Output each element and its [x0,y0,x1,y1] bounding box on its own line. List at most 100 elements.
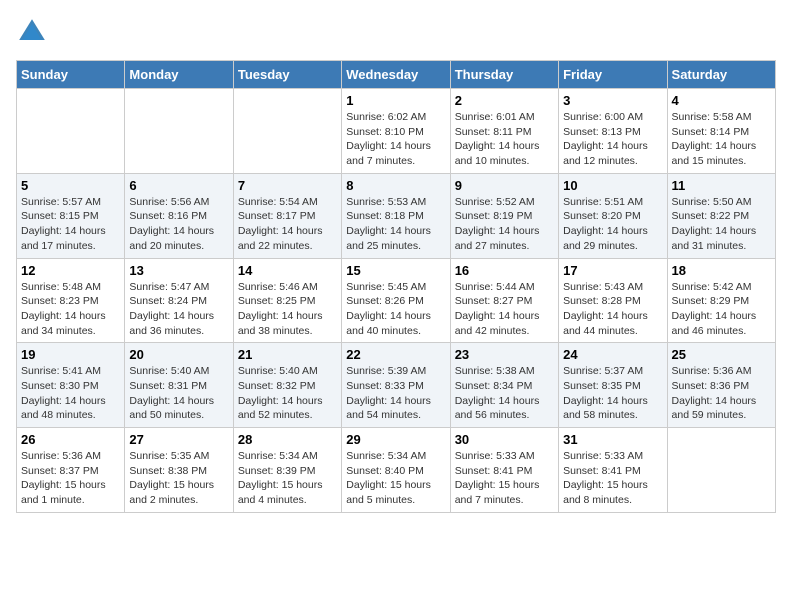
day-info: Sunrise: 5:43 AM Sunset: 8:28 PM Dayligh… [563,280,662,339]
calendar-header-wednesday: Wednesday [342,61,450,89]
day-number: 17 [563,263,662,278]
calendar-header-monday: Monday [125,61,233,89]
day-info: Sunrise: 5:41 AM Sunset: 8:30 PM Dayligh… [21,364,120,423]
calendar-header-sunday: Sunday [17,61,125,89]
day-info: Sunrise: 6:02 AM Sunset: 8:10 PM Dayligh… [346,110,445,169]
day-info: Sunrise: 5:37 AM Sunset: 8:35 PM Dayligh… [563,364,662,423]
calendar-cell [667,428,775,513]
calendar-cell: 13 Sunrise: 5:47 AM Sunset: 8:24 PM Dayli… [125,258,233,343]
calendar-cell [125,89,233,174]
calendar-header-tuesday: Tuesday [233,61,341,89]
calendar-cell: 14 Sunrise: 5:46 AM Sunset: 8:25 PM Dayli… [233,258,341,343]
day-number: 7 [238,178,337,193]
day-info: Sunrise: 5:54 AM Sunset: 8:17 PM Dayligh… [238,195,337,254]
day-info: Sunrise: 5:33 AM Sunset: 8:41 PM Dayligh… [455,449,554,508]
calendar-week-2: 5 Sunrise: 5:57 AM Sunset: 8:15 PM Daylig… [17,173,776,258]
calendar-cell: 17 Sunrise: 5:43 AM Sunset: 8:28 PM Dayli… [559,258,667,343]
day-info: Sunrise: 5:50 AM Sunset: 8:22 PM Dayligh… [672,195,771,254]
calendar-header-row: SundayMondayTuesdayWednesdayThursdayFrid… [17,61,776,89]
day-number: 13 [129,263,228,278]
calendar-cell: 11 Sunrise: 5:50 AM Sunset: 8:22 PM Dayli… [667,173,775,258]
calendar-week-5: 26 Sunrise: 5:36 AM Sunset: 8:37 PM Dayli… [17,428,776,513]
calendar-header-saturday: Saturday [667,61,775,89]
calendar-cell: 6 Sunrise: 5:56 AM Sunset: 8:16 PM Daylig… [125,173,233,258]
day-info: Sunrise: 6:01 AM Sunset: 8:11 PM Dayligh… [455,110,554,169]
day-info: Sunrise: 5:39 AM Sunset: 8:33 PM Dayligh… [346,364,445,423]
calendar-cell: 20 Sunrise: 5:40 AM Sunset: 8:31 PM Dayli… [125,343,233,428]
day-info: Sunrise: 5:52 AM Sunset: 8:19 PM Dayligh… [455,195,554,254]
day-number: 3 [563,93,662,108]
day-number: 10 [563,178,662,193]
day-number: 23 [455,347,554,362]
day-info: Sunrise: 5:53 AM Sunset: 8:18 PM Dayligh… [346,195,445,254]
day-info: Sunrise: 5:58 AM Sunset: 8:14 PM Dayligh… [672,110,771,169]
calendar-cell [233,89,341,174]
day-number: 20 [129,347,228,362]
header [16,16,776,48]
calendar-cell: 16 Sunrise: 5:44 AM Sunset: 8:27 PM Dayli… [450,258,558,343]
calendar-cell: 15 Sunrise: 5:45 AM Sunset: 8:26 PM Dayli… [342,258,450,343]
day-number: 24 [563,347,662,362]
day-number: 2 [455,93,554,108]
day-number: 4 [672,93,771,108]
day-info: Sunrise: 5:56 AM Sunset: 8:16 PM Dayligh… [129,195,228,254]
calendar-cell: 27Sunrise: 5:35 AM Sunset: 8:38 PM Dayli… [125,428,233,513]
day-info: Sunrise: 5:36 AM Sunset: 8:37 PM Dayligh… [21,449,120,508]
day-info: Sunrise: 5:40 AM Sunset: 8:32 PM Dayligh… [238,364,337,423]
calendar-cell: 21 Sunrise: 5:40 AM Sunset: 8:32 PM Dayli… [233,343,341,428]
calendar-cell: 2 Sunrise: 6:01 AM Sunset: 8:11 PM Daylig… [450,89,558,174]
day-number: 18 [672,263,771,278]
day-info: Sunrise: 5:42 AM Sunset: 8:29 PM Dayligh… [672,280,771,339]
day-number: 28 [238,432,337,447]
day-number: 14 [238,263,337,278]
calendar-cell: 23 Sunrise: 5:38 AM Sunset: 8:34 PM Dayli… [450,343,558,428]
calendar-header-friday: Friday [559,61,667,89]
day-info: Sunrise: 5:35 AM Sunset: 8:38 PM Dayligh… [129,449,228,508]
calendar-cell: 18 Sunrise: 5:42 AM Sunset: 8:29 PM Dayli… [667,258,775,343]
calendar-cell: 5 Sunrise: 5:57 AM Sunset: 8:15 PM Daylig… [17,173,125,258]
day-info: Sunrise: 5:46 AM Sunset: 8:25 PM Dayligh… [238,280,337,339]
day-number: 8 [346,178,445,193]
day-number: 22 [346,347,445,362]
day-info: Sunrise: 5:51 AM Sunset: 8:20 PM Dayligh… [563,195,662,254]
day-number: 19 [21,347,120,362]
day-info: Sunrise: 6:00 AM Sunset: 8:13 PM Dayligh… [563,110,662,169]
calendar-cell: 30Sunrise: 5:33 AM Sunset: 8:41 PM Dayli… [450,428,558,513]
calendar-cell: 19 Sunrise: 5:41 AM Sunset: 8:30 PM Dayli… [17,343,125,428]
day-info: Sunrise: 5:45 AM Sunset: 8:26 PM Dayligh… [346,280,445,339]
calendar-cell: 3 Sunrise: 6:00 AM Sunset: 8:13 PM Daylig… [559,89,667,174]
calendar-week-1: 1Sunrise: 6:02 AM Sunset: 8:10 PM Daylig… [17,89,776,174]
calendar-cell: 24 Sunrise: 5:37 AM Sunset: 8:35 PM Dayli… [559,343,667,428]
calendar-cell: 8 Sunrise: 5:53 AM Sunset: 8:18 PM Daylig… [342,173,450,258]
calendar-cell: 26 Sunrise: 5:36 AM Sunset: 8:37 PM Dayli… [17,428,125,513]
day-info: Sunrise: 5:38 AM Sunset: 8:34 PM Dayligh… [455,364,554,423]
day-number: 5 [21,178,120,193]
calendar-cell: 4 Sunrise: 5:58 AM Sunset: 8:14 PM Daylig… [667,89,775,174]
day-number: 15 [346,263,445,278]
calendar-cell: 29Sunrise: 5:34 AM Sunset: 8:40 PM Dayli… [342,428,450,513]
calendar-cell: 12Sunrise: 5:48 AM Sunset: 8:23 PM Dayli… [17,258,125,343]
day-number: 26 [21,432,120,447]
calendar-cell: 22 Sunrise: 5:39 AM Sunset: 8:33 PM Dayli… [342,343,450,428]
calendar-header-thursday: Thursday [450,61,558,89]
day-number: 16 [455,263,554,278]
day-number: 6 [129,178,228,193]
day-info: Sunrise: 5:40 AM Sunset: 8:31 PM Dayligh… [129,364,228,423]
calendar-week-4: 19 Sunrise: 5:41 AM Sunset: 8:30 PM Dayli… [17,343,776,428]
calendar: SundayMondayTuesdayWednesdayThursdayFrid… [16,60,776,513]
calendar-cell: 1Sunrise: 6:02 AM Sunset: 8:10 PM Daylig… [342,89,450,174]
day-number: 25 [672,347,771,362]
logo-icon [16,16,48,48]
day-number: 21 [238,347,337,362]
day-number: 31 [563,432,662,447]
day-info: Sunrise: 5:47 AM Sunset: 8:24 PM Dayligh… [129,280,228,339]
day-number: 29 [346,432,445,447]
day-number: 12 [21,263,120,278]
calendar-cell: 7 Sunrise: 5:54 AM Sunset: 8:17 PM Daylig… [233,173,341,258]
day-number: 9 [455,178,554,193]
day-info: Sunrise: 5:34 AM Sunset: 8:39 PM Dayligh… [238,449,337,508]
calendar-cell [17,89,125,174]
day-number: 11 [672,178,771,193]
day-info: Sunrise: 5:44 AM Sunset: 8:27 PM Dayligh… [455,280,554,339]
day-info: Sunrise: 5:57 AM Sunset: 8:15 PM Dayligh… [21,195,120,254]
